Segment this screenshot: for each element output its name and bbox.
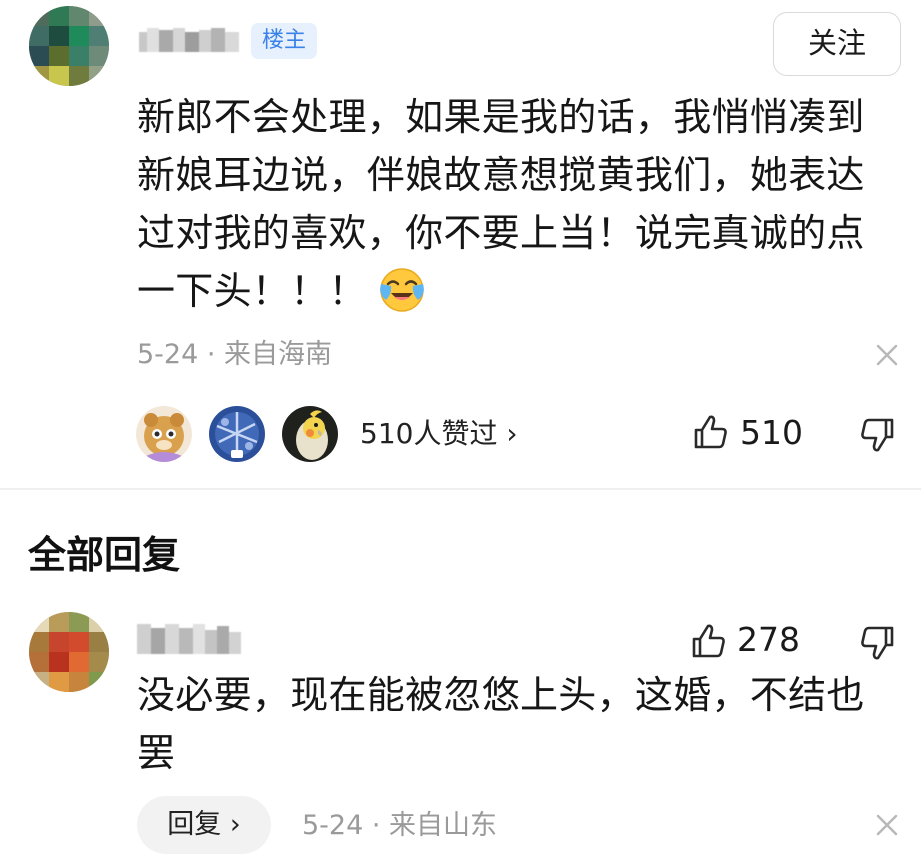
reply-username-redacted[interactable] [137, 622, 243, 658]
crying-laughing-emoji-icon [377, 264, 427, 314]
reply-meta: 5-24 · 来自山东 [302, 810, 498, 841]
post-meta: 5-24 · 来自海南 [137, 339, 333, 370]
post-text: 新郎不会处理，如果是我的话，我悄悄凑到新娘耳边说，伴娘故意想搅黄我们，她表达过对… [137, 95, 865, 313]
avatar[interactable] [29, 6, 109, 86]
username-redacted[interactable] [137, 26, 245, 54]
op-badge: 楼主 [251, 23, 317, 59]
reply-button[interactable]: 回复 › [137, 796, 271, 854]
close-icon[interactable] [872, 340, 902, 370]
like-count: 510 [740, 413, 803, 452]
thumb-down-icon[interactable] [858, 623, 898, 663]
reply-avatar[interactable] [29, 612, 109, 692]
thumb-down-icon[interactable] [858, 415, 898, 455]
reply-content: 没必要，现在能被忽悠上头，这婚，不结也罢 [137, 673, 865, 775]
thumb-up-icon[interactable] [690, 412, 730, 452]
divider [0, 488, 921, 490]
section-title: 全部回复 [28, 533, 181, 577]
liker-avatar[interactable] [280, 404, 340, 464]
liker-avatar[interactable] [207, 404, 267, 464]
follow-button[interactable]: 关注 [773, 12, 901, 76]
thumb-up-icon[interactable] [688, 621, 728, 661]
likers-count-link[interactable]: 510人赞过 › [360, 414, 518, 454]
close-icon[interactable] [872, 810, 902, 840]
reply-like-count: 278 [737, 620, 800, 659]
post-content: 新郎不会处理，如果是我的话，我悄悄凑到新娘耳边说，伴娘故意想搅黄我们，她表达过对… [137, 88, 882, 320]
liker-avatar[interactable] [134, 404, 194, 464]
